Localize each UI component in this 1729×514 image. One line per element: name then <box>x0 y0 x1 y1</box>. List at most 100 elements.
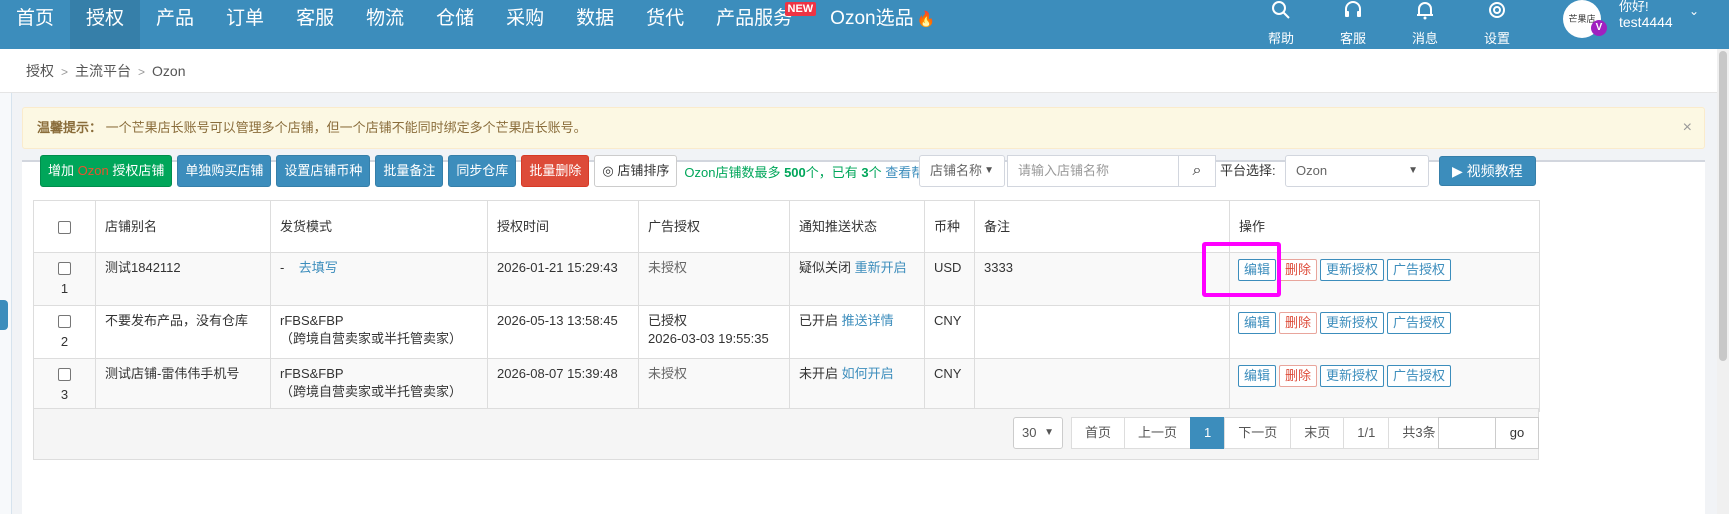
gear-icon <box>1461 0 1533 28</box>
row-number: 3 <box>60 387 69 402</box>
alert-text: 一个芒果店长账号可以管理多个店铺，但一个店铺不能同时绑定多个芒果店长账号。 <box>105 120 587 135</box>
nav-item-label: 产品服务 <box>716 8 793 29</box>
select-all-checkbox[interactable] <box>58 220 71 234</box>
batch-delete-button[interactable]: 批量删除 <box>521 155 590 187</box>
video-tutorial-button[interactable]: ▶ 视频教程 <box>1439 156 1536 186</box>
goto-page-input[interactable] <box>1438 417 1496 449</box>
page-size-select[interactable]: 30 ▼ <box>1013 417 1063 449</box>
breadcrumb: 授权 > 主流平台 > Ozon <box>0 49 1717 93</box>
search-field-select[interactable]: 店铺名称 ▼ <box>919 155 1005 187</box>
add-shop-button[interactable]: 增加 Ozon 授权店铺 <box>40 155 173 187</box>
shipping-mode-value: rFBS&FBP <box>280 313 344 328</box>
auth-time: 2026-01-21 15:29:43 <box>487 252 639 306</box>
edit-button[interactable]: 编辑 <box>1238 312 1277 334</box>
settings-tool[interactable]: 设置 <box>1461 0 1533 49</box>
reauth-button[interactable]: 更新授权 <box>1320 365 1385 387</box>
currency: CNY <box>924 305 975 359</box>
help-tool[interactable]: 帮助 <box>1245 0 1317 49</box>
tip-text: 个 <box>868 164 886 180</box>
reauth-button[interactable]: 更新授权 <box>1320 312 1385 334</box>
breadcrumb-item-platform[interactable]: 主流平台 <box>75 63 131 79</box>
next-page-button[interactable]: 下一页 <box>1224 417 1292 449</box>
delete-button[interactable]: 删除 <box>1279 312 1318 334</box>
chevron-right-icon: > <box>61 65 69 79</box>
nav-item-products[interactable]: 产品 <box>140 0 210 49</box>
button-label: 店铺排序 <box>617 163 670 178</box>
search-button[interactable]: ⌕ <box>1178 155 1216 187</box>
button-label: 授权店铺 <box>108 163 165 178</box>
ad-auth-button[interactable]: 广告授权 <box>1387 259 1452 281</box>
nav-item-home[interactable]: 首页 <box>0 0 70 49</box>
customer-service-tool[interactable]: 客服 <box>1317 0 1389 49</box>
tool-label: 设置 <box>1483 31 1510 46</box>
row-checkbox[interactable] <box>58 368 71 382</box>
nav-item-product-service[interactable]: 产品服务 NEW <box>700 0 817 49</box>
ad-auth-button[interactable]: 广告授权 <box>1387 312 1452 334</box>
column-header: 备注 <box>974 200 1230 253</box>
current-page-button[interactable]: 1 <box>1190 417 1226 449</box>
sidebar-toggle[interactable] <box>0 300 8 330</box>
caret-down-icon: ▼ <box>984 165 994 176</box>
batch-note-button[interactable]: 批量备注 <box>375 155 444 187</box>
buy-shop-button[interactable]: 单独购买店铺 <box>177 155 272 187</box>
how-to-enable-link[interactable]: 如何开启 <box>842 366 894 381</box>
user-menu[interactable]: 芒果店 V 你好! test4444 ⌄ <box>1563 0 1729 49</box>
messages-tool[interactable]: 消息 <box>1389 0 1461 49</box>
select-all-cell <box>33 200 96 253</box>
column-header: 发货模式 <box>270 200 488 253</box>
nav-item-data[interactable]: 数据 <box>560 0 630 49</box>
nav-item-auth[interactable]: 授权 <box>70 0 141 49</box>
ad-auth-time: 2026-03-03 19:55:35 <box>648 331 769 346</box>
shop-panel: 增加 Ozon 授权店铺 单独购买店铺 设置店铺币种 批量备注 同步仓库 批量删… <box>22 155 1705 514</box>
reauth-button[interactable]: 更新授权 <box>1320 259 1385 281</box>
reopen-push-link[interactable]: 重新开启 <box>855 260 907 275</box>
row-checkbox[interactable] <box>58 315 71 329</box>
nav-item-orders[interactable]: 订单 <box>210 0 280 49</box>
breadcrumb-item-auth[interactable]: 授权 <box>26 63 54 79</box>
button-label: 增加 <box>48 163 78 178</box>
nav-item-warehouse[interactable]: 仓储 <box>420 0 490 49</box>
pagination: 首页 上一页 1 下一页 末页 1/1 共3条 <box>1071 417 1450 449</box>
select-value: 店铺名称 <box>930 163 983 178</box>
nav-item-ozon-selection[interactable]: Ozon选品 🔥 <box>814 0 951 49</box>
delete-button[interactable]: 删除 <box>1279 259 1318 281</box>
nav-item-purchase[interactable]: 采购 <box>490 0 560 49</box>
shop-name-search-input[interactable]: 请输入店铺名称 <box>1007 155 1179 187</box>
nav-item-logistics[interactable]: 物流 <box>350 0 420 49</box>
sync-warehouse-button[interactable]: 同步仓库 <box>448 155 517 187</box>
select-value: Ozon <box>1296 163 1328 178</box>
delete-button[interactable]: 删除 <box>1279 365 1318 387</box>
first-page-button[interactable]: 首页 <box>1071 417 1126 449</box>
push-status: 未开启 如何开启 <box>789 358 925 412</box>
caret-down-icon: ▼ <box>1408 165 1418 176</box>
tool-label: 帮助 <box>1267 31 1294 46</box>
button-label: 视频教程 <box>1466 163 1523 179</box>
prev-page-button[interactable]: 上一页 <box>1124 417 1192 449</box>
tip-text: Ozon店铺数最多 <box>684 164 785 180</box>
ad-auth-button[interactable]: 广告授权 <box>1387 365 1452 387</box>
row-select-cell: 3 <box>33 358 96 412</box>
note <box>974 305 1230 359</box>
close-icon[interactable]: × <box>1683 108 1692 148</box>
column-header: 币种 <box>924 200 975 253</box>
nav-item-service[interactable]: 客服 <box>280 0 350 49</box>
page-scrollbar[interactable] <box>1717 49 1729 514</box>
platform-select[interactable]: Ozon ▼ <box>1285 155 1429 187</box>
ad-auth-status: 已授权 2026-03-03 19:55:35 <box>638 305 790 359</box>
breadcrumb-item-ozon: Ozon <box>152 63 186 79</box>
fill-in-link[interactable]: 去填写 <box>299 260 338 275</box>
search-icon <box>1245 0 1317 28</box>
go-button[interactable]: go <box>1495 417 1539 449</box>
scrollbar-thumb[interactable] <box>1719 51 1727 361</box>
push-status-text: 已开启 <box>799 313 839 328</box>
sort-shops-button[interactable]: ◎ 店铺排序 <box>594 155 678 187</box>
table-header: 店铺别名 发货模式 授权时间 广告授权 通知推送状态 币种 备注 操作 <box>33 200 1540 253</box>
push-details-link[interactable]: 推送详情 <box>842 313 894 328</box>
edit-button[interactable]: 编辑 <box>1238 365 1277 387</box>
row-checkbox[interactable] <box>58 262 71 276</box>
set-currency-button[interactable]: 设置店铺币种 <box>276 155 371 187</box>
last-page-button[interactable]: 末页 <box>1290 417 1345 449</box>
shop-alias: 测试1842112 <box>95 252 271 306</box>
nav-item-forwarder[interactable]: 货代 <box>630 0 700 49</box>
edit-highlight-box <box>1202 242 1281 297</box>
